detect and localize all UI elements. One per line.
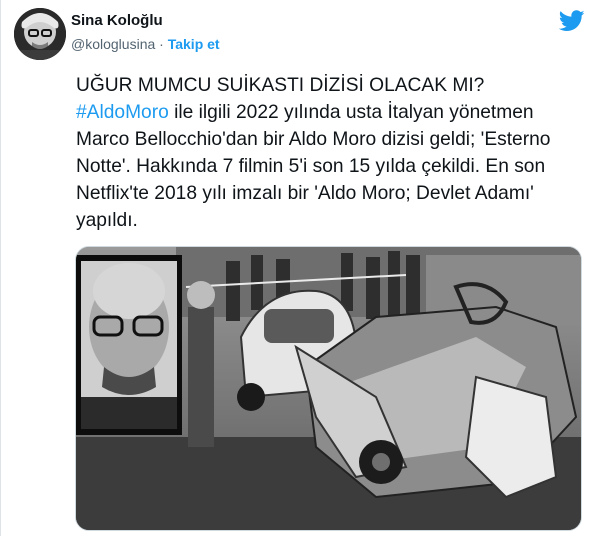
tweet-card: Sina Koloğlu @kologlusina · Takip et UĞU… (0, 0, 600, 536)
handle[interactable]: @kologlusina (71, 36, 155, 52)
handle-line: @kologlusina · Takip et (71, 32, 220, 56)
hashtag-link[interactable]: #AldoMoro (76, 102, 169, 123)
author-block: Sina Koloğlu @kologlusina · Takip et (71, 10, 220, 56)
tweet-text: UĞUR MUMCU SUİKASTI DİZİSİ OLACAK MI? #Al… (76, 72, 586, 234)
avatar[interactable] (14, 8, 66, 60)
follow-button[interactable]: Takip et (168, 36, 220, 52)
twitter-bird-icon[interactable] (558, 10, 585, 32)
tweet-line-1: UĞUR MUMCU SUİKASTI DİZİSİ OLACAK MI? (76, 75, 485, 96)
display-name[interactable]: Sina Koloğlu (71, 10, 220, 32)
tweet-media-image[interactable] (75, 246, 582, 531)
tweet-header: Sina Koloğlu @kologlusina · Takip et (14, 8, 589, 64)
separator: · (159, 36, 164, 52)
